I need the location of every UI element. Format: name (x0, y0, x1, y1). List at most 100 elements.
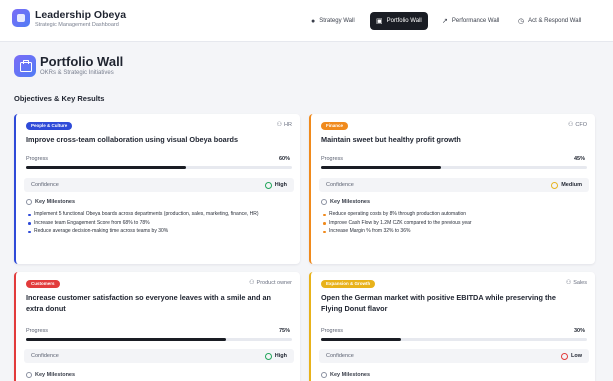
objective-title: Improve cross-team collaboration using v… (26, 135, 239, 144)
milestones-heading: Key Milestones (26, 199, 75, 205)
okr-card-people-culture[interactable]: People & Culture ⚇ HR Improve cross-team … (14, 114, 300, 264)
owner-label: ⚇ HR (277, 121, 292, 128)
milestones-heading: Key Milestones (26, 372, 75, 378)
brand-subtitle: Strategic Management Dashboard (35, 22, 119, 28)
briefcase-icon: ▣ (376, 17, 383, 25)
portfolio-icon (14, 55, 36, 77)
confidence-text: High (274, 353, 287, 359)
owner-name: CFO (575, 122, 587, 128)
milestones-list: Reduce operating costs by 8% through pro… (323, 211, 585, 237)
page-title: Portfolio Wall (40, 54, 124, 69)
milestones-heading: Key Milestones (321, 199, 370, 205)
nav-portfolio-wall[interactable]: ▣ Portfolio Wall (370, 12, 428, 30)
confidence-check-icon (264, 181, 272, 189)
okr-card-customers[interactable]: Customers ⚇ Product owner Increase custom… (14, 272, 300, 381)
progress-label: Progress (321, 328, 344, 334)
owner-label: ⚇ CFO (568, 121, 587, 128)
progress-value: 60% (278, 156, 290, 162)
user-icon: ⚇ (567, 122, 574, 128)
milestones-label: Key Milestones (330, 372, 371, 378)
milestone-item: Increase Margin % from 32% to 36% (323, 228, 585, 235)
progress-bar (321, 338, 587, 341)
milestones-label: Key Milestones (330, 199, 371, 205)
progress-fill (26, 166, 186, 169)
confidence-value: Low (561, 352, 582, 360)
progress-value: 75% (278, 328, 290, 334)
brand-title: Leadership Obeya (35, 9, 127, 21)
progress-fill (321, 338, 401, 341)
confidence-value: Medium (551, 181, 582, 189)
okr-card-finance[interactable]: Finance ⚇ CFO Maintain sweet but healthy … (309, 114, 595, 264)
clock-icon: ◷ (518, 17, 525, 25)
confidence-label: Confidence (31, 182, 59, 188)
confidence-row: Confidence High (24, 349, 294, 363)
objective-title: Maintain sweet but healthy profit growth (321, 135, 461, 144)
owner-name: Product owner (256, 280, 292, 286)
owner-name: HR (284, 122, 292, 128)
category-badge: Expansion & Growth (321, 280, 376, 288)
category-badge: Finance (321, 122, 349, 130)
progress-value: 45% (573, 156, 585, 162)
milestone-item: Reduce average decision-making time acro… (28, 228, 290, 235)
nav-label: Act & Respond Wall (528, 18, 582, 24)
nav-label: Performance Wall (451, 18, 500, 24)
milestones-label: Key Milestones (35, 199, 76, 205)
confidence-warning-icon (551, 181, 559, 189)
confidence-row: Confidence Low (319, 349, 589, 363)
user-icon: ⚇ (249, 280, 255, 286)
objective-title: Open the German market with positive EBI… (321, 293, 556, 313)
milestone-item: Implement 5 functional Obeya boards acro… (28, 211, 290, 218)
milestones-heading: Key Milestones (321, 372, 370, 378)
progress-label: Progress (321, 156, 344, 162)
target-icon (26, 372, 32, 378)
category-badge: Customers (26, 280, 60, 288)
confidence-row: Confidence Medium (319, 178, 589, 192)
milestone-item: Increase team Engagement Score from 68% … (28, 220, 290, 227)
objective-title: Increase customer satisfaction so everyo… (26, 293, 271, 313)
progress-bar (26, 338, 292, 341)
nav-label: Strategy Wall (319, 18, 355, 24)
milestone-item: Reduce operating costs by 8% through pro… (323, 211, 585, 218)
confidence-label: Confidence (326, 182, 354, 188)
top-bar: Leadership Obeya Strategic Management Da… (0, 0, 613, 42)
nav-performance-wall[interactable]: ↗ Performance Wall (436, 12, 505, 30)
circle-icon: ● (311, 17, 316, 25)
confidence-value: High (264, 181, 287, 189)
progress-fill (26, 338, 226, 341)
target-icon (321, 199, 327, 205)
owner-label: ⚇ Product owner (249, 279, 292, 286)
owner-name: Sales (573, 280, 587, 286)
trend-icon: ↗ (442, 17, 448, 25)
milestones-label: Key Milestones (35, 372, 76, 378)
progress-bar (26, 166, 292, 169)
brand-logo[interactable] (12, 9, 30, 27)
confidence-text: High (274, 182, 287, 188)
nav-act-respond-wall[interactable]: ◷ Act & Respond Wall (512, 12, 587, 30)
progress-value: 30% (573, 328, 585, 334)
confidence-row: Confidence High (24, 178, 294, 192)
confidence-label: Confidence (326, 353, 354, 359)
progress-bar (321, 166, 587, 169)
confidence-label: Confidence (31, 353, 59, 359)
milestones-list: Implement 5 functional Obeya boards acro… (28, 211, 290, 237)
progress-label: Progress (26, 156, 49, 162)
milestone-item: Improve Cash Flow by 1.2M CZK compared t… (323, 220, 585, 227)
target-icon (26, 199, 32, 205)
target-icon (321, 372, 327, 378)
confidence-text: Low (571, 353, 582, 359)
nav-strategy-wall[interactable]: ● Strategy Wall (305, 12, 361, 30)
category-badge: People & Culture (26, 122, 73, 130)
user-icon: ⚇ (276, 122, 283, 128)
progress-fill (321, 166, 441, 169)
nav-label: Portfolio Wall (386, 18, 422, 24)
confidence-check-icon (264, 352, 272, 360)
user-icon: ⚇ (565, 280, 572, 286)
okr-card-expansion-growth[interactable]: Expansion & Growth ⚇ Sales Open the Germa… (309, 272, 595, 381)
progress-label: Progress (26, 328, 49, 334)
confidence-alert-icon (561, 352, 568, 360)
confidence-text: Medium (561, 182, 582, 188)
owner-label: ⚇ Sales (566, 279, 587, 286)
page-subtitle: OKRs & Strategic Initiatives (40, 70, 114, 76)
section-title: Objectives & Key Results (14, 94, 105, 103)
confidence-value: High (264, 352, 287, 360)
